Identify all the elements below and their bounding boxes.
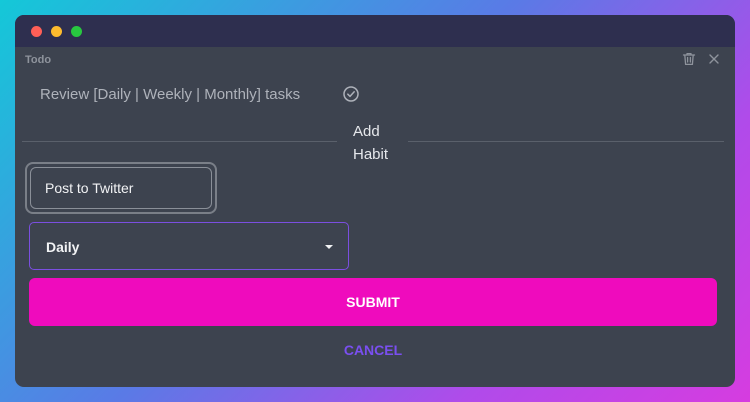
frequency-selected-value: Daily bbox=[46, 239, 80, 255]
divider-right bbox=[408, 141, 724, 142]
minimize-window-button[interactable] bbox=[51, 26, 62, 37]
close-icon[interactable] bbox=[706, 51, 722, 67]
window-titlebar[interactable] bbox=[15, 15, 735, 47]
cancel-button[interactable]: CANCEL bbox=[323, 340, 423, 360]
app-title: Todo bbox=[25, 54, 52, 66]
add-habit-label: Add Habit bbox=[353, 123, 389, 163]
app-header: Todo bbox=[15, 47, 735, 71]
chevron-down-icon bbox=[325, 245, 333, 249]
divider-left bbox=[22, 141, 337, 142]
task-text: Review [Daily | Weekly | Monthly] tasks bbox=[40, 86, 301, 103]
trash-icon[interactable] bbox=[681, 51, 697, 67]
close-window-button[interactable] bbox=[31, 26, 42, 37]
check-circle-icon[interactable] bbox=[342, 85, 360, 103]
frequency-select[interactable]: Daily bbox=[29, 222, 349, 270]
submit-button[interactable]: SUBMIT bbox=[29, 278, 717, 326]
habit-input-focus-ring bbox=[25, 162, 217, 214]
maximize-window-button[interactable] bbox=[71, 26, 82, 37]
habit-input[interactable] bbox=[30, 167, 212, 209]
app-window: Todo Review [Daily | Weekly | Monthly] t… bbox=[15, 15, 735, 387]
